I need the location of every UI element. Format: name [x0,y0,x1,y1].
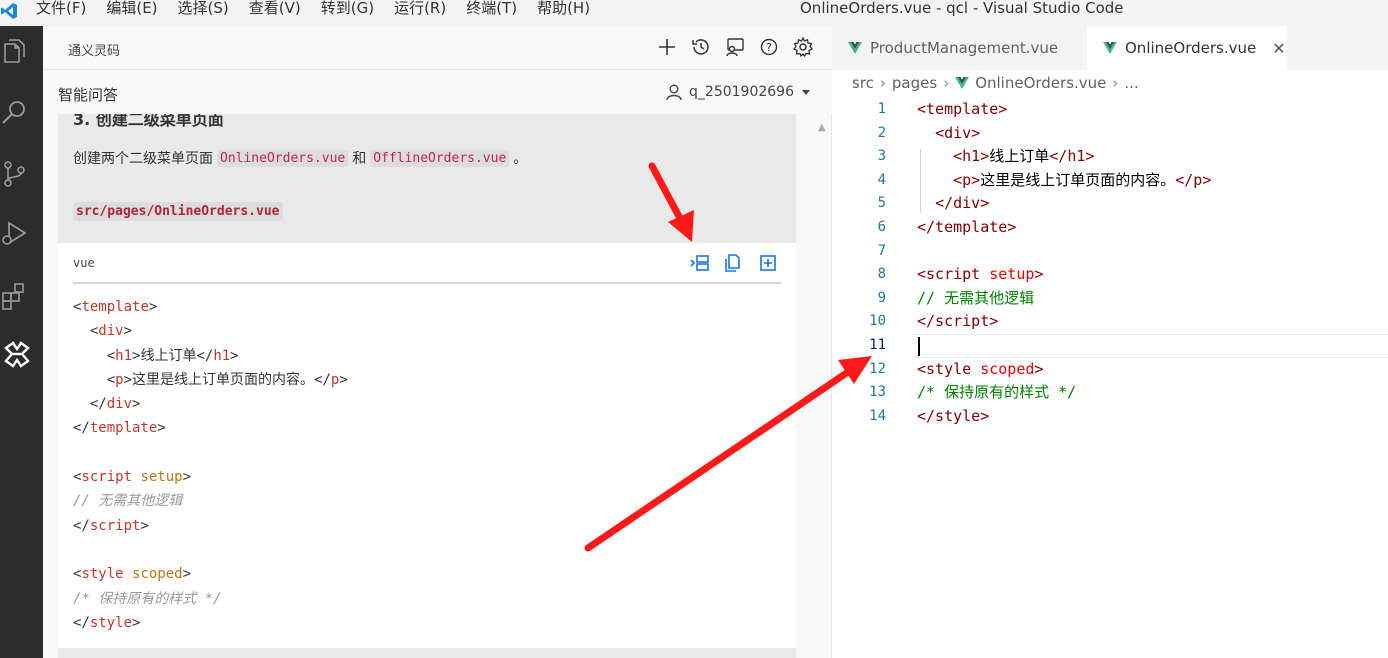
vscode-logo-icon [1,3,17,19]
code-block-header: vue [58,243,796,283]
vue-file-icon [848,42,862,54]
chevron-right-icon: › [1112,74,1119,92]
run-debug-icon[interactable] [0,219,30,249]
history-icon[interactable] [690,36,712,58]
search-icon[interactable] [0,98,30,128]
file-path-label: src/pages/OnlineOrders.vue [73,202,283,221]
breadcrumb-item[interactable]: ... [1124,74,1138,92]
panel-subtitle: 智能问答 [58,86,119,104]
line-number: 6 [877,218,886,235]
inline-code-file1: OnlineOrders.vue [217,149,349,167]
menu-item[interactable]: 终端(T) [466,0,517,16]
line-number: 10 [869,313,886,330]
source-control-icon[interactable] [0,159,30,189]
panel-title: 通义灵码 [68,44,121,59]
panel-subheader: 智能问答 q_2501902696 [43,70,832,114]
menu-item[interactable]: 查看(V) [249,0,301,16]
code-editor-content[interactable]: <template> <div> <h1>线上订单</h1> <p>这里是线上订… [917,98,1211,428]
vue-file-icon [1103,42,1117,54]
line-number: 9 [877,289,886,306]
settings-icon[interactable] [792,36,814,58]
extensions-icon[interactable] [0,281,30,311]
line-number: 1 [877,101,886,117]
code-block-actions [690,253,778,273]
feedback-icon[interactable] [724,36,746,58]
username: q_2501902696 [689,84,794,100]
panel-actions: ? [656,36,814,58]
breadcrumb-item[interactable]: OnlineOrders.vue [975,74,1106,92]
window-title: OnlineOrders.vue - qcl - Visual Studio C… [800,0,1124,17]
line-number: 5 [877,195,886,212]
menu-bar: 文件(F) 编辑(E) 选择(S) 查看(V) 转到(G) 运行(R) 终端(T) 帮助(H)… [0,0,1388,26]
panel-header: 通义灵码 ? [43,26,832,70]
line-number: 7 [877,242,886,259]
menu-item[interactable]: 编辑(E) [106,0,157,16]
tab-onlineorders[interactable]: OnlineOrders.vue ✕ [1087,26,1287,70]
menu-item[interactable]: 文件(F) [36,0,86,16]
line-number: 12 [869,360,886,377]
paragraph-text: 。 [513,151,528,167]
new-file-icon[interactable] [758,253,778,273]
menu-item[interactable]: 帮助(H) [537,0,590,16]
tongyi-lingma-icon[interactable] [2,339,32,369]
code-block: vue <template> <div> <h1>线上订单</h1> <p>这里… [58,243,796,648]
code-language: vue [73,256,95,270]
chevron-down-icon [802,90,810,95]
text-cursor [918,337,920,356]
breadcrumb-item[interactable]: src [852,74,874,92]
menu-item[interactable]: 运行(R) [394,0,446,16]
editor: ProductManagement.vue OnlineOrders.vue ✕… [832,26,1388,658]
line-number: 8 [877,266,886,283]
chat-message: 3. 创建二级菜单页面 创建两个二级菜单页面 OnlineOrders.vue … [58,114,796,658]
insert-code-icon[interactable] [690,253,710,273]
chevron-right-icon: › [943,74,950,92]
paragraph-text: 创建两个二级菜单页面 [73,151,213,167]
message-paragraph: 创建两个二级菜单页面 OnlineOrders.vue 和 OfflineOrd… [73,148,527,168]
menu-item[interactable]: 选择(S) [178,0,229,16]
chevron-right-icon: › [879,74,886,92]
section-heading: 3. 创建二级菜单页面 [73,114,224,129]
user-icon [666,84,682,101]
activity-bar [0,26,43,658]
line-number: 13 [869,384,886,401]
editor-tabs: ProductManagement.vue OnlineOrders.vue ✕ [832,26,1388,70]
line-number: 3 [877,148,886,165]
tab-label: ProductManagement.vue [870,39,1059,57]
tab-label: OnlineOrders.vue [1125,39,1257,57]
copy-icon[interactable] [724,253,744,273]
line-number: 4 [877,171,886,188]
ai-assistant-panel: 通义灵码 ? 智能问答 q_2501902696 3. 创建二级菜单页面 创建两… [43,26,832,658]
user-selector[interactable]: q_2501902696 [665,83,812,101]
menu-item[interactable]: 转到(G) [321,0,374,16]
breadcrumb-item[interactable]: pages [892,74,937,92]
divider [73,282,781,284]
breadcrumb: src › pages › OnlineOrders.vue › ... [852,74,1139,92]
code-content: <template> <div> <h1>线上订单</h1> <p>这里是线上订… [73,299,348,631]
line-number: 2 [877,124,886,141]
line-number: 14 [869,407,886,424]
svg-text:?: ? [766,41,772,54]
paragraph-text: 和 [352,151,367,167]
help-icon[interactable]: ? [758,36,780,58]
line-number: 11 [869,336,886,353]
explorer-icon[interactable] [0,38,30,68]
close-icon[interactable]: ✕ [1272,39,1285,58]
scroll-up-icon[interactable]: ▲ [818,122,826,133]
vue-file-icon [955,77,970,89]
line-number-gutter: 1 2 3 4 5 6 7 8 9 10 11 12 13 14 [832,98,892,428]
inline-code-file2: OfflineOrders.vue [370,149,510,167]
tab-productmanagement[interactable]: ProductManagement.vue [832,26,1087,70]
menu: 文件(F) 编辑(E) 选择(S) 查看(V) 转到(G) 运行(R) 终端(T) 帮助(H) [36,0,610,16]
plus-icon[interactable] [656,36,678,58]
